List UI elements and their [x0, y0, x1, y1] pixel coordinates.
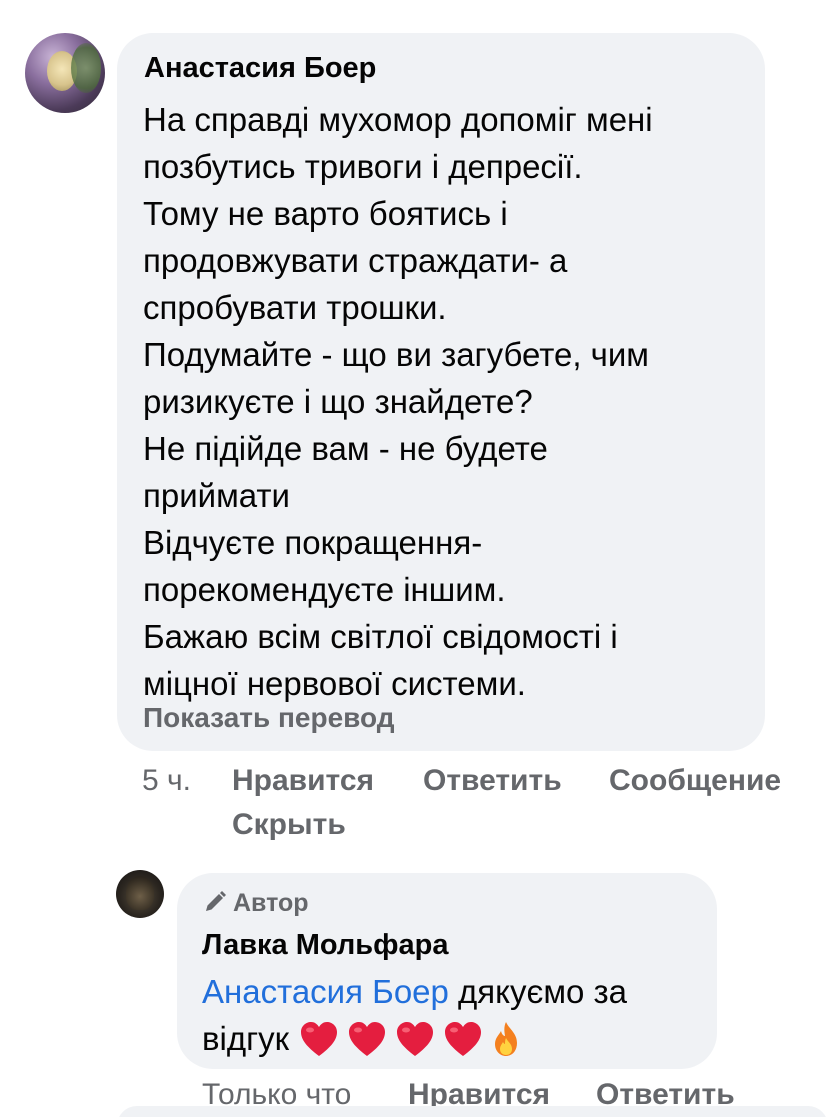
avatar-foliage	[71, 43, 101, 93]
comment-text: На справді мухомор допоміг мені позбутис…	[143, 96, 743, 707]
comment-line: Бажаю всім світлої свідомості і	[143, 618, 618, 655]
reply-text-segment: дякуємо за	[448, 973, 628, 1010]
heart-icon	[349, 1022, 386, 1056]
comment-line: приймати	[143, 477, 290, 514]
reply-line: відгук	[202, 1015, 702, 1070]
comment-line: порекомендуєте іншим.	[143, 571, 506, 608]
heart-icon	[397, 1022, 434, 1056]
hide-button[interactable]: Скрыть	[232, 808, 346, 842]
avatar-figure	[126, 876, 154, 910]
comment-line: Подумайте - що ви загубете, чим	[143, 336, 649, 373]
show-translation-link[interactable]: Показать перевод	[143, 702, 395, 734]
reply-avatar[interactable]	[116, 870, 164, 918]
reply-line: Анастасия Боер дякуємо за	[202, 968, 702, 1015]
avatar[interactable]	[25, 33, 105, 113]
pencil-icon	[206, 891, 226, 911]
comment-line: спробувати трошки.	[143, 289, 447, 326]
reply-text-segment: відгук	[202, 1020, 290, 1057]
fire-icon	[495, 1022, 518, 1056]
mention-link[interactable]: Анастасия Боер	[202, 973, 449, 1010]
reply-button[interactable]: Ответить	[423, 764, 562, 798]
comment-line: На справді мухомор допоміг мені	[143, 101, 653, 138]
comment-line: позбутись тривоги і депресії.	[143, 148, 583, 185]
message-button[interactable]: Сообщение	[609, 764, 781, 798]
emoji-row	[299, 1020, 521, 1070]
comment-author-name[interactable]: Анастасия Боер	[144, 52, 376, 85]
comment-line: Не підійде вам - не будете	[143, 430, 548, 467]
like-button[interactable]: Нравится	[232, 764, 374, 798]
heart-icon	[445, 1022, 482, 1056]
comment-line: Тому не варто боятись і	[143, 195, 508, 232]
reply-text: Анастасия Боер дякуємо за відгук	[202, 968, 702, 1070]
heart-icon	[301, 1022, 338, 1056]
comment-line: Відчуєте покращення-	[143, 524, 483, 561]
comment-line: ризикуєте і що знайдете?	[143, 383, 533, 420]
comment-line: міцної нервової системи.	[143, 665, 526, 702]
comments-page: Анастасия Боер На справді мухомор допомі…	[0, 0, 828, 1117]
reply-author-name[interactable]: Лавка Мольфара	[202, 929, 448, 962]
comment-timestamp[interactable]: 5 ч.	[142, 764, 191, 798]
comment-line: продовжувати страждати- а	[143, 242, 568, 279]
author-badge-label: Автор	[233, 889, 309, 917]
author-badge: Автор	[203, 889, 309, 918]
next-comment-bubble	[117, 1106, 828, 1117]
